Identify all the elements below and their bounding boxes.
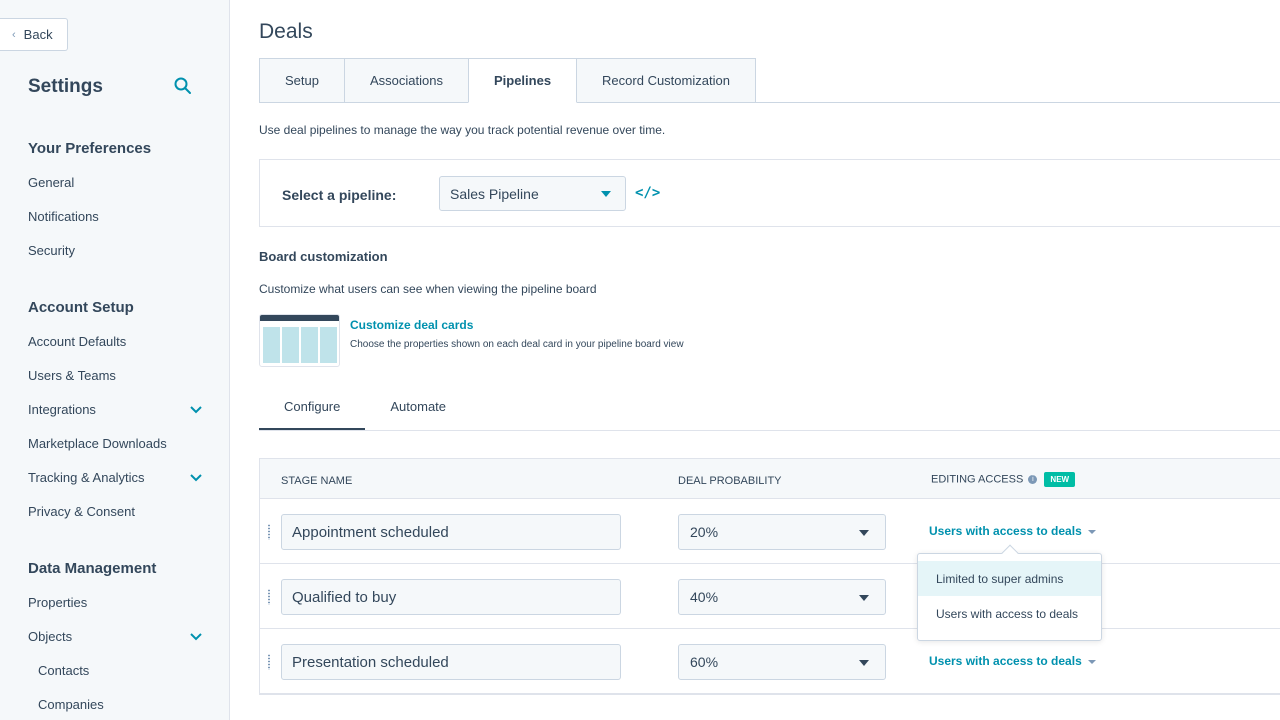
section-heading-account-setup: Account Setup (28, 299, 134, 316)
subtab-divider (259, 430, 1280, 431)
editing-access-dropdown[interactable]: Users with access to deals (929, 654, 1096, 668)
caret-down-icon (859, 530, 869, 536)
sidebar-item-users-teams[interactable]: Users & Teams (28, 368, 203, 383)
stage-name-input[interactable]: Appointment scheduled (281, 514, 621, 550)
chevron-down-icon (190, 473, 202, 481)
deal-probability-select[interactable]: 20% (678, 514, 886, 550)
editing-access-value: Users with access to deals (929, 654, 1082, 668)
caret-down-icon (859, 595, 869, 601)
editing-access-dropdown[interactable]: Users with access to deals (929, 524, 1096, 538)
table-row: Qualified to buy 40% (260, 564, 1280, 629)
customize-deal-cards-link[interactable]: Customize deal cards (350, 318, 473, 332)
column-header-stage-name: STAGE NAME (281, 475, 353, 487)
pipeline-label: Select a pipeline: (282, 187, 397, 203)
section-heading-data-management: Data Management (28, 560, 157, 577)
thumbnail-column (320, 327, 337, 363)
settings-sidebar: ‹ Back Settings Your Preferences General… (0, 0, 230, 720)
drag-handle-icon[interactable] (267, 524, 271, 540)
board-customization-title: Board customization (259, 249, 388, 264)
drag-handle-icon[interactable] (267, 589, 271, 605)
main-content: Deals Setup Associations Pipelines Recor… (230, 0, 1280, 720)
sidebar-item-tracking-analytics[interactable]: Tracking & Analytics (28, 470, 203, 485)
code-icon[interactable]: </> (635, 185, 660, 201)
stage-name-input[interactable]: Qualified to buy (281, 579, 621, 615)
chevron-left-icon: ‹ (12, 28, 16, 41)
stages-table: STAGE NAME DEAL PROBABILITY EDITING ACCE… (259, 458, 1280, 695)
board-customization-description: Customize what users can see when viewin… (259, 282, 597, 296)
sidebar-item-companies[interactable]: Companies (38, 697, 213, 712)
subtab-configure[interactable]: Configure (259, 399, 366, 431)
sidebar-item-notifications[interactable]: Notifications (28, 209, 203, 224)
sidebar-item-marketplace-downloads[interactable]: Marketplace Downloads (28, 436, 203, 451)
sidebar-item-privacy-consent[interactable]: Privacy & Consent (28, 504, 203, 519)
column-header-deal-probability: DEAL PROBABILITY (678, 475, 782, 487)
chevron-down-icon (190, 632, 202, 640)
thumbnail-header-bar (260, 315, 339, 321)
table-row: Appointment scheduled 20% Users with acc… (260, 499, 1280, 564)
drag-handle-icon[interactable] (267, 654, 271, 670)
sidebar-item-contacts[interactable]: Contacts (38, 663, 213, 678)
caret-down-icon (859, 660, 869, 666)
sidebar-item-account-defaults[interactable]: Account Defaults (28, 334, 203, 349)
sidebar-item-security[interactable]: Security (28, 243, 203, 258)
pipeline-selector-panel: Select a pipeline: Sales Pipeline </> (259, 159, 1280, 227)
tab-pipelines[interactable]: Pipelines (467, 58, 578, 103)
editing-access-value: Users with access to deals (929, 524, 1082, 538)
back-label: Back (23, 27, 53, 42)
stage-name-input[interactable]: Presentation scheduled (281, 644, 621, 680)
deal-probability-select[interactable]: 60% (678, 644, 886, 680)
tab-bar: Setup Associations Pipelines Record Cust… (259, 58, 756, 103)
probability-value: 60% (690, 654, 719, 670)
column-header-editing-access: EDITING ACCESS i NEW (931, 472, 1076, 487)
tab-associations[interactable]: Associations (343, 58, 469, 103)
table-row: Presentation scheduled 60% Users with ac… (260, 629, 1280, 694)
thumbnail-column (263, 327, 280, 363)
menu-item-users-with-access[interactable]: Users with access to deals (918, 596, 1101, 631)
editing-access-menu: Limited to super admins Users with acces… (917, 544, 1102, 641)
intro-text: Use deal pipelines to manage the way you… (259, 123, 666, 137)
deal-card-thumbnail (259, 314, 340, 367)
pipeline-selected-value: Sales Pipeline (450, 185, 539, 202)
settings-title: Settings (28, 76, 103, 97)
probability-value: 40% (690, 589, 719, 605)
sidebar-item-integrations[interactable]: Integrations (28, 402, 203, 417)
sidebar-item-general[interactable]: General (28, 175, 203, 190)
section-heading-your-preferences: Your Preferences (28, 140, 152, 157)
caret-down-icon (1087, 659, 1096, 664)
subtab-automate[interactable]: Automate (365, 399, 471, 431)
caret-down-icon (1087, 529, 1096, 534)
tab-divider (259, 102, 1280, 103)
editing-access-label: EDITING ACCESS (931, 473, 1024, 486)
table-header: STAGE NAME DEAL PROBABILITY EDITING ACCE… (260, 459, 1280, 499)
tab-setup[interactable]: Setup (259, 58, 345, 103)
caret-down-icon (601, 191, 611, 197)
new-badge: NEW (1044, 472, 1076, 487)
search-icon[interactable] (173, 76, 193, 96)
subtab-bar: Configure Automate (259, 399, 471, 431)
pipeline-dropdown[interactable]: Sales Pipeline (439, 176, 626, 211)
page-title: Deals (259, 20, 313, 43)
menu-item-limited-super-admins[interactable]: Limited to super admins (918, 561, 1101, 596)
thumbnail-column (282, 327, 299, 363)
deal-probability-select[interactable]: 40% (678, 579, 886, 615)
thumbnail-column (301, 327, 318, 363)
probability-value: 20% (690, 524, 719, 540)
info-icon[interactable]: i (1028, 475, 1038, 484)
sidebar-item-properties[interactable]: Properties (28, 595, 203, 610)
sidebar-item-objects[interactable]: Objects (28, 629, 203, 644)
customize-deal-cards-description: Choose the properties shown on each deal… (350, 339, 684, 350)
back-button[interactable]: ‹ Back (0, 18, 68, 51)
chevron-down-icon (190, 405, 202, 413)
tab-record-customization[interactable]: Record Customization (576, 58, 756, 103)
